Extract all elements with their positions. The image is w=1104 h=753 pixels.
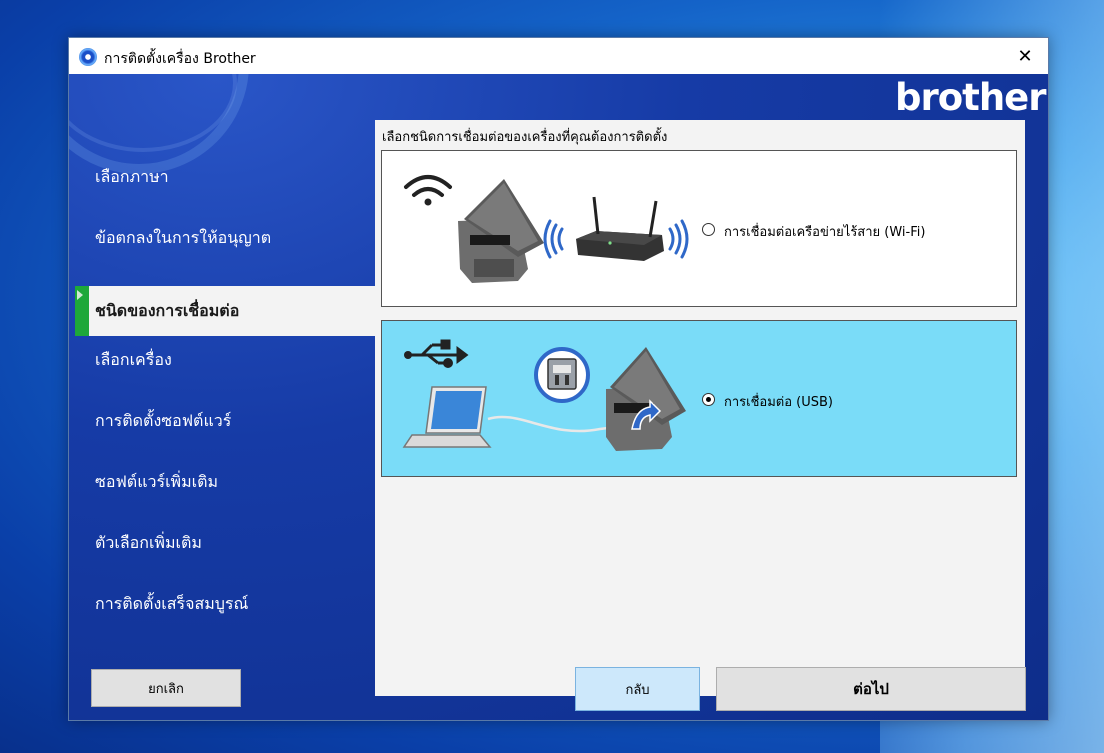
nav-item-additional-options: ตัวเลือกเพิ่มเติม xyxy=(75,518,375,568)
nav-item-software-install: การติดตั้งซอฟต์แวร์ xyxy=(75,396,375,446)
active-step-arrow-icon xyxy=(77,290,83,300)
brother-app-icon xyxy=(79,48,97,66)
title-bar: การติดตั้งเครื่อง Brother ✕ xyxy=(69,38,1048,74)
wifi-option-card[interactable]: การเชื่อมต่อเครือข่ายไร้สาย (Wi-Fi) xyxy=(381,150,1017,307)
nav-item-additional-software: ซอฟต์แวร์เพิ่มเติม xyxy=(75,457,375,507)
nav-item-label: ข้อตกลงในการให้อนุญาต xyxy=(95,227,272,247)
back-button[interactable]: กลับ xyxy=(575,667,700,711)
nav-item-label: ซอฟต์แวร์เพิ่มเติม xyxy=(95,471,219,491)
nav-item-label: เลือกเครื่อง xyxy=(95,349,172,369)
nav-item-label: เลือกภาษา xyxy=(95,166,169,186)
cancel-button[interactable]: ยกเลิก xyxy=(91,669,241,707)
wifi-router-icon xyxy=(404,175,689,283)
wifi-radio[interactable] xyxy=(702,223,715,236)
nav-item-install-complete: การติดตั้งเสร็จสมบูรณ์ xyxy=(75,579,375,629)
window-title: การติดตั้งเครื่อง Brother xyxy=(104,51,256,67)
usb-option-label: การเชื่อมต่อ (USB) xyxy=(724,395,834,410)
wifi-option-label: การเชื่อมต่อเครือข่ายไร้สาย (Wi-Fi) xyxy=(724,225,926,240)
nav-item-label: การติดตั้งซอฟต์แวร์ xyxy=(95,410,232,430)
usb-option-card[interactable]: การเชื่อมต่อ (USB) xyxy=(381,320,1017,477)
next-button[interactable]: ต่อไป xyxy=(716,667,1026,711)
installer-window: การติดตั้งเครื่อง Brother ✕ brother เลือ… xyxy=(68,37,1049,721)
connection-prompt: เลือกชนิดการเชื่อมต่อของเครื่องที่คุณต้อ… xyxy=(382,130,668,145)
usb-radio[interactable] xyxy=(702,393,715,406)
nav-item-label: ตัวเลือกเพิ่มเติม xyxy=(95,532,202,552)
content-panel: เลือกชนิดการเชื่อมต่อของเครื่องที่คุณต้อ… xyxy=(375,120,1025,696)
nav-item-select-machine: เลือกเครื่อง xyxy=(75,335,375,385)
nav-item-label: การติดตั้งเสร็จสมบูรณ์ xyxy=(95,593,249,613)
installer-body: brother เลือกภาษา ข้อตกลงในการให้อนุญาต … xyxy=(69,74,1048,720)
nav-item-connection-type: ชนิดของการเชื่อมต่อ xyxy=(75,286,375,336)
nav-item-license-agreement: ข้อตกลงในการให้อนุญาต xyxy=(75,213,375,263)
close-button[interactable]: ✕ xyxy=(1002,38,1048,74)
nav-item-select-language: เลือกภาษา xyxy=(75,152,375,202)
nav-item-label: ชนิดของการเชื่อมต่อ xyxy=(95,300,240,320)
brother-logo: brother xyxy=(895,76,1047,119)
usb-laptop-icon xyxy=(402,339,686,451)
